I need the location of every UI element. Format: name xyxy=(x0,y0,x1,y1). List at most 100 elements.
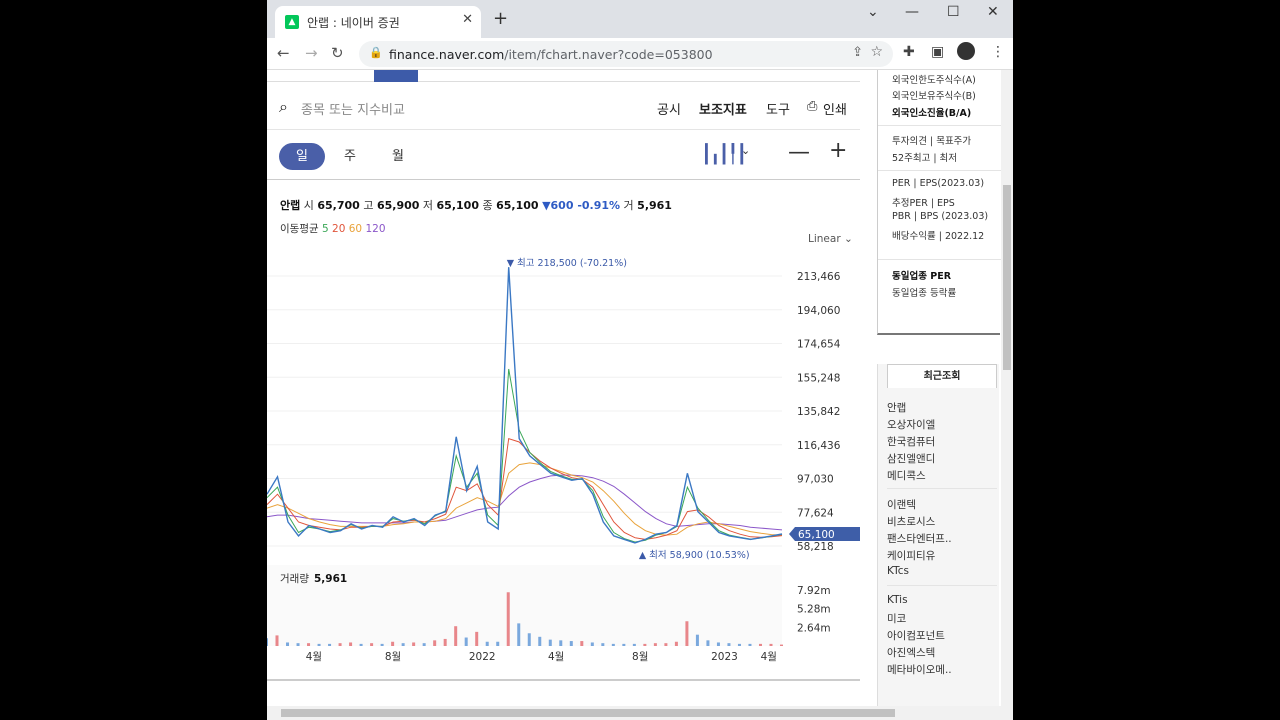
open-label: 시 xyxy=(303,199,314,212)
per-eps[interactable]: PER | EPS(2023.03) xyxy=(892,178,984,189)
forward-icon[interactable]: → xyxy=(305,44,318,62)
compare-search-input[interactable]: 종목 또는 지수비교 xyxy=(301,99,405,118)
maximize-icon[interactable]: ☐ xyxy=(947,4,960,20)
search-icon[interactable]: ⌕ xyxy=(279,97,288,117)
menu-disclosure[interactable]: 공시 xyxy=(657,99,681,118)
reload-icon[interactable]: ↻ xyxy=(331,44,344,62)
recent-view-tab[interactable]: 최근조회 xyxy=(887,364,997,388)
volume-bar xyxy=(307,643,311,646)
period-daily[interactable]: 일 xyxy=(279,143,325,170)
extensions-icon[interactable]: ✚ xyxy=(903,44,915,60)
volume-bar xyxy=(359,643,363,646)
recent-item[interactable]: 안랩 xyxy=(887,400,906,415)
volume-bar xyxy=(380,643,384,646)
industry-per[interactable]: 동일업종 PER xyxy=(892,268,951,282)
close-window-icon[interactable]: ✕ xyxy=(987,4,999,20)
recent-item[interactable]: 이랜텍 xyxy=(887,497,916,512)
volume-bar xyxy=(706,640,710,646)
period-monthly[interactable]: 월 xyxy=(375,143,421,170)
volume-bar xyxy=(559,640,563,646)
recent-item[interactable]: 미코 xyxy=(887,611,906,626)
subnav-selected-tab[interactable] xyxy=(374,70,418,82)
menu-indicators[interactable]: 보조지표 xyxy=(699,99,747,118)
x-tick-label: 4월 xyxy=(761,651,777,663)
vertical-scroll-thumb[interactable] xyxy=(1003,185,1011,370)
volume-bar xyxy=(632,643,636,646)
pbr-bps[interactable]: PBR | BPS (2023.03) xyxy=(892,211,988,222)
current-price-label: 65,100 xyxy=(798,529,835,541)
volume-bar xyxy=(464,637,468,646)
zoom-out-icon[interactable]: — xyxy=(788,140,810,165)
foreign-held-shares: 외국인보유주식수(B) xyxy=(892,91,976,102)
recent-item[interactable]: 비츠로시스 xyxy=(887,514,935,529)
est-per-eps[interactable]: 추정PER | EPS xyxy=(892,195,955,209)
menu-tools[interactable]: 도구 xyxy=(766,99,790,118)
menu-print[interactable]: 인쇄 xyxy=(823,99,847,118)
recent-item[interactable]: 아진엑스텍 xyxy=(887,645,935,660)
volume-bar xyxy=(328,643,332,646)
print-icon[interactable]: ⎙ xyxy=(807,99,817,114)
x-tick-label: 4월 xyxy=(548,651,564,663)
share-icon[interactable]: ⇪ xyxy=(852,45,863,60)
recent-item[interactable]: 메타바이오메.. xyxy=(887,662,952,677)
vertical-scrollbar[interactable] xyxy=(1001,70,1013,706)
low-label: 저 xyxy=(422,199,434,212)
volume-bar xyxy=(370,643,374,646)
minimize-icon[interactable]: — xyxy=(905,4,919,20)
zoom-in-icon[interactable]: + xyxy=(829,138,847,163)
tab-title: 안랩 : 네이버 증권 xyxy=(307,16,400,30)
open-value: 65,700 xyxy=(317,199,360,212)
volume-bar xyxy=(737,643,741,646)
menu-kebab-icon[interactable]: ⋮ xyxy=(991,44,1005,60)
investment-opinion: 투자의견 | 목표주가 xyxy=(892,136,972,147)
x-tick-label: 2023 xyxy=(711,651,738,663)
url-host: finance.naver.com xyxy=(389,47,505,62)
scale-mode-dropdown[interactable]: Linear ⌄ xyxy=(808,233,853,245)
y-tick-label: 135,842 xyxy=(797,406,840,418)
foreign-exhaust-rate[interactable]: 외국인소진율(B/A) xyxy=(892,105,971,119)
recent-item[interactable]: KTcs xyxy=(887,565,909,577)
volume-value: 5,961 xyxy=(637,199,672,212)
industry-change[interactable]: 동일업종 등락률 xyxy=(892,285,956,299)
close-tab-icon[interactable]: ✕ xyxy=(462,12,473,27)
stock-subnav xyxy=(267,70,860,82)
recent-item[interactable]: 팬스타엔터프.. xyxy=(887,531,952,546)
recent-item[interactable]: KTis xyxy=(887,594,908,606)
series-line-120 xyxy=(267,474,783,531)
52week-high-low: 52주최고 | 최저 xyxy=(892,153,958,164)
naver-favicon-icon: ▲ xyxy=(285,15,299,29)
volume-tick-label: 5.28m xyxy=(797,604,831,616)
horizontal-scroll-thumb[interactable] xyxy=(281,709,895,717)
y-tick-label: 97,030 xyxy=(797,474,834,486)
recent-item[interactable]: 메디콕스 xyxy=(887,468,926,483)
bookmark-star-icon[interactable]: ☆ xyxy=(870,44,883,60)
price-summary: 안랩 시 65,700 고 65,900 저 65,100 종 65,100 ▼… xyxy=(280,197,672,213)
volume-bar xyxy=(391,641,395,646)
recent-item[interactable]: 오상자이엘 xyxy=(887,417,935,432)
chart-type-dropdown-icon[interactable]: ⌄ xyxy=(741,144,750,157)
candlestick-chart-icon[interactable]: ┃╻┃╿┃ xyxy=(701,144,747,165)
recent-item[interactable]: 한국컴퓨터 xyxy=(887,434,935,449)
lock-icon[interactable]: 🔒 xyxy=(369,46,383,59)
address-bar[interactable]: 🔒 finance.naver.com/item/fchart.naver?co… xyxy=(359,41,893,67)
volume-bar xyxy=(267,638,268,646)
recent-item[interactable]: 케이피티유 xyxy=(887,548,935,563)
browser-window: ▲ 안랩 : 네이버 증권 ✕ + ⌄ — ☐ ✕ ← → ↻ 🔒 financ… xyxy=(267,0,1013,720)
side-panel-icon[interactable]: ▣ xyxy=(931,44,944,60)
recent-item[interactable]: 삼진엘앤디 xyxy=(887,451,935,466)
browser-tab[interactable]: ▲ 안랩 : 네이버 증권 ✕ xyxy=(275,6,481,38)
volume-bar xyxy=(674,641,678,646)
profile-avatar[interactable] xyxy=(957,42,975,60)
price-chart[interactable]: 213,466 194,060 174,654 155,248 135,842 116,4… xyxy=(267,250,867,690)
horizontal-scrollbar[interactable] xyxy=(267,706,1013,720)
back-icon[interactable]: ← xyxy=(277,44,290,62)
tab-search-chevron-icon[interactable]: ⌄ xyxy=(867,4,879,20)
dividend-yield[interactable]: 배당수익률 | 2022.12 xyxy=(892,228,984,242)
volume-bar xyxy=(590,642,594,646)
volume-bar xyxy=(601,643,605,646)
volume-bar xyxy=(443,638,447,646)
recent-item[interactable]: 아이컴포넌트 xyxy=(887,628,945,643)
new-tab-icon[interactable]: + xyxy=(493,8,508,29)
period-weekly[interactable]: 주 xyxy=(327,143,373,170)
volume-bar xyxy=(685,621,689,646)
